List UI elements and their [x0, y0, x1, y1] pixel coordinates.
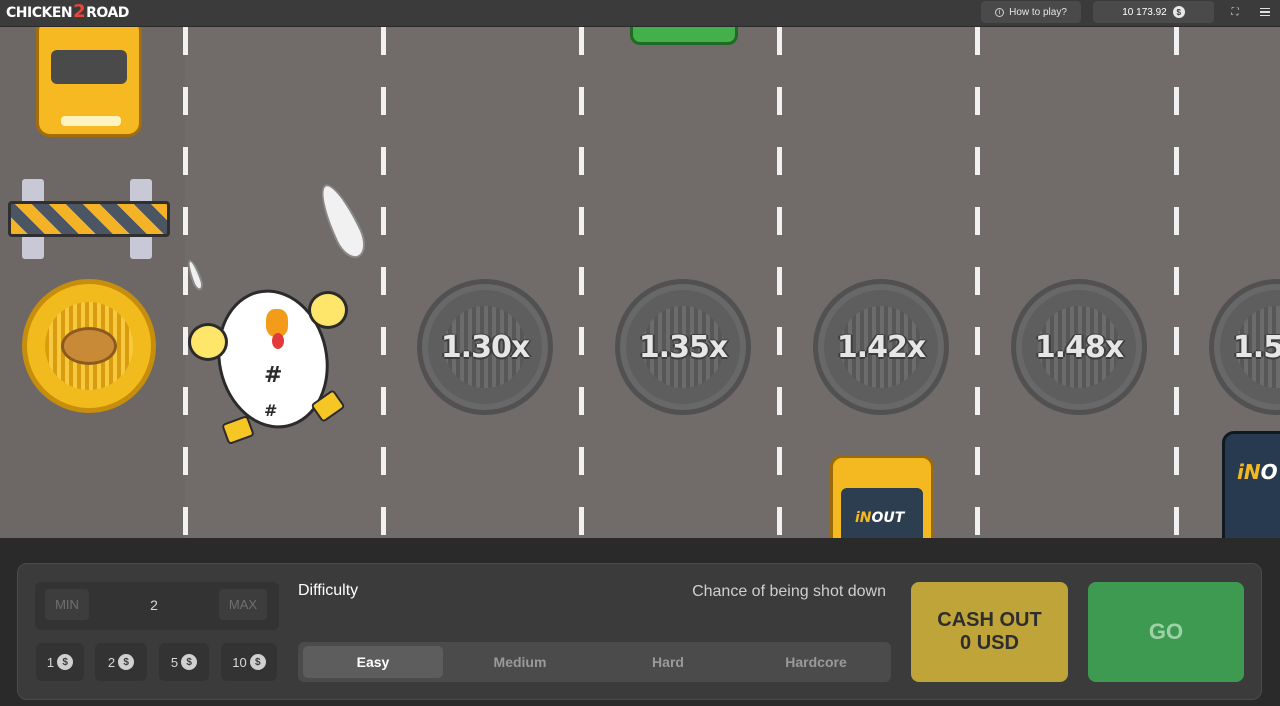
info-icon: i — [995, 7, 1005, 17]
multiplier-label: 1.42x — [836, 329, 926, 365]
go-button[interactable]: GO — [1088, 582, 1244, 682]
game-logo: CHICKEN 2 ROAD — [6, 0, 129, 23]
difficulty-easy[interactable]: Easy — [303, 646, 443, 678]
bet-amount-input[interactable]: 2 — [93, 589, 215, 620]
control-panel: MIN 2 MAX 1 $ 2 $ 5 $ 10 $ Difficulty Ch… — [17, 563, 1262, 700]
multiplier-cover[interactable]: 1.35x — [615, 279, 751, 415]
logo-text-road: ROAD — [86, 5, 129, 21]
multiplier-cover[interactable]: 1.48x — [1011, 279, 1147, 415]
currency-coin-icon: $ — [1172, 6, 1185, 18]
how-to-play-label: How to play? — [1009, 6, 1067, 18]
inout-bus: iNOUT — [830, 455, 934, 538]
multiplier-label: 1.30x — [440, 329, 530, 365]
multiplier-cover[interactable]: 1.30x — [417, 279, 553, 415]
lane-divider — [777, 27, 782, 538]
green-car — [630, 27, 738, 45]
chance-label: Chance of being shot down — [692, 583, 886, 600]
roast-chicken-icon — [61, 327, 117, 365]
how-to-play-button[interactable]: i How to play? — [981, 1, 1081, 23]
chicken-character: # # — [188, 259, 358, 446]
bet-amount-stepper: MIN 2 MAX — [35, 582, 279, 630]
cash-out-amount: 0 USD — [960, 632, 1019, 654]
difficulty-label: Difficulty — [298, 582, 359, 599]
fullscreen-icon[interactable]: ⛶ — [1225, 3, 1245, 21]
quick-bet-10[interactable]: 10 $ — [221, 643, 277, 681]
road-barrier — [8, 179, 170, 259]
quick-bet-1[interactable]: 1 $ — [36, 643, 84, 681]
lane-divider — [579, 27, 584, 538]
quick-bet-label: 1 — [46, 654, 55, 670]
cash-out-button[interactable]: CASH OUT 0 USD — [911, 582, 1068, 682]
multiplier-cover[interactable]: 1.42x — [813, 279, 949, 415]
difficulty-hard[interactable]: Hard — [598, 646, 738, 678]
dollar-coin-icon: $ — [181, 654, 198, 670]
quick-bet-label: 5 — [170, 654, 179, 670]
yellow-car — [36, 27, 142, 137]
menu-icon[interactable] — [1256, 3, 1274, 21]
multiplier-label: 1.35x — [638, 329, 728, 365]
cash-out-label: CASH OUT — [937, 609, 1042, 631]
bus-brand-logo: iNOUT — [855, 510, 905, 526]
logo-text-two: 2 — [73, 0, 86, 22]
lane-divider — [1174, 27, 1179, 538]
top-bar: CHICKEN 2 ROAD i How to play? 10 173.92 … — [0, 0, 1280, 27]
multiplier-label: 1.48x — [1034, 329, 1124, 365]
multiplier-cover[interactable]: 1.5 — [1209, 279, 1280, 415]
quick-bet-label: 2 — [107, 654, 116, 670]
logo-text-chicken: CHICKEN — [6, 5, 73, 21]
difficulty-selector: Easy Medium Hard Hardcore — [298, 642, 891, 682]
quick-bet-label: 10 — [232, 654, 247, 670]
multiplier-label: 1.5 — [1232, 329, 1280, 365]
inout-truck: iNO — [1222, 431, 1280, 538]
dollar-coin-icon: $ — [249, 654, 266, 670]
truck-brand-logo: iNO — [1237, 460, 1278, 484]
dollar-coin-icon: $ — [57, 654, 74, 670]
balance-display: 10 173.92 $ — [1093, 1, 1214, 23]
game-road: # # 1.30x 1.35x 1.42x 1.48x 1.5 iNOUT iN… — [0, 27, 1280, 538]
dollar-coin-icon: $ — [118, 654, 135, 670]
control-panel-area: MIN 2 MAX 1 $ 2 $ 5 $ 10 $ Difficulty Ch… — [0, 538, 1280, 706]
lane-divider — [381, 27, 386, 538]
gold-manhole-cover — [22, 279, 156, 413]
bet-min-button[interactable]: MIN — [45, 589, 89, 620]
difficulty-medium[interactable]: Medium — [450, 646, 590, 678]
quick-bet-5[interactable]: 5 $ — [159, 643, 209, 681]
feather-icon — [312, 178, 372, 264]
bet-max-button[interactable]: MAX — [219, 589, 267, 620]
balance-value: 10 173.92 — [1122, 6, 1167, 18]
difficulty-hardcore[interactable]: Hardcore — [746, 646, 886, 678]
lane-divider — [975, 27, 980, 538]
quick-bet-2[interactable]: 2 $ — [95, 643, 147, 681]
